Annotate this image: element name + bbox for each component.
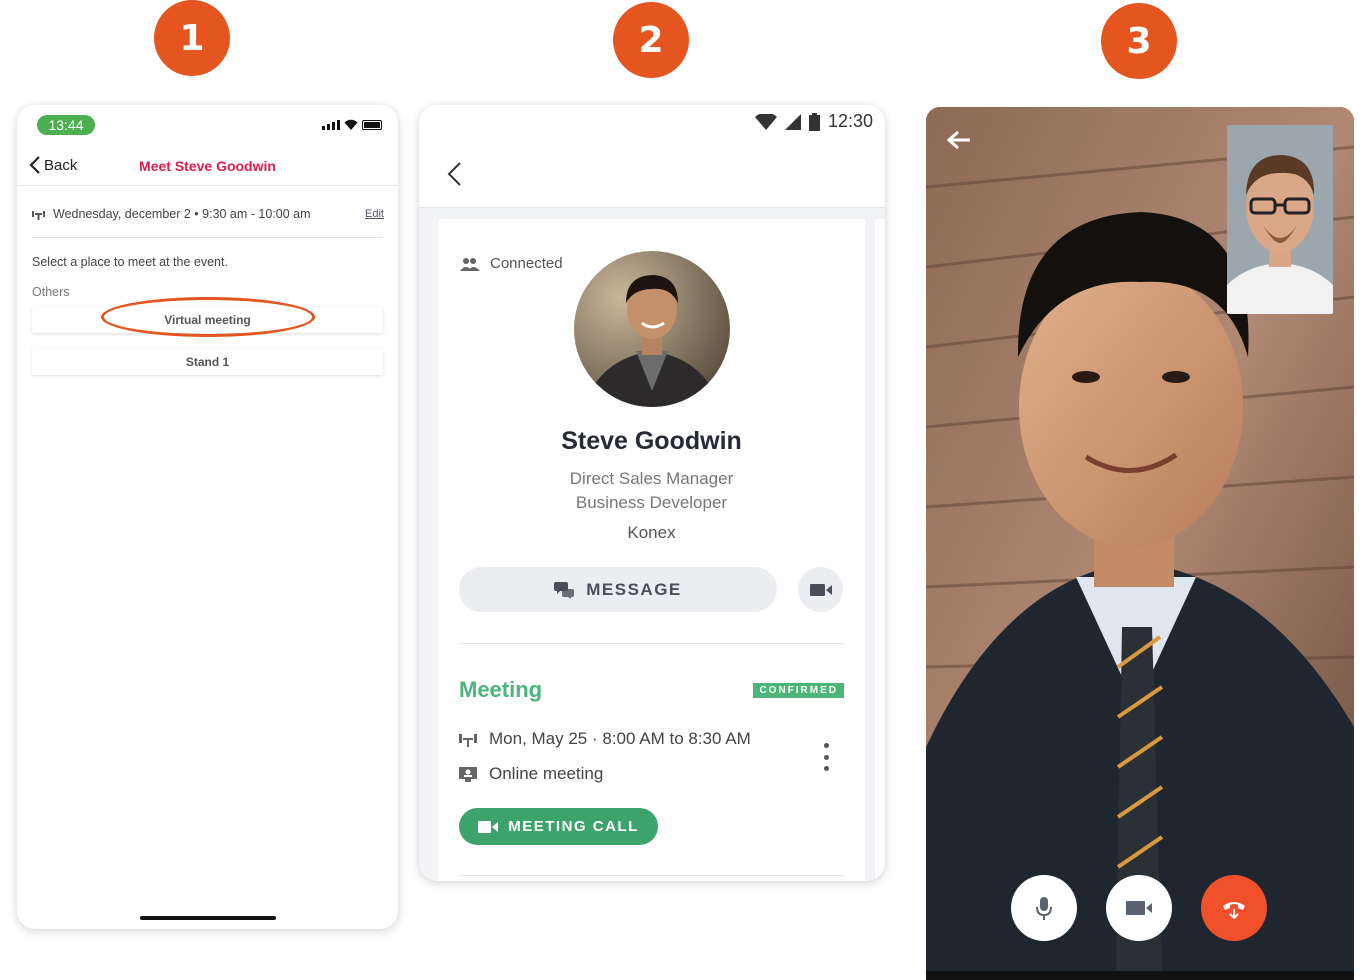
end-call-button[interactable]	[1201, 875, 1267, 941]
signal-icon	[322, 120, 340, 130]
phone-screen-2: 12:30 Connected Steve Goodwin Direct Sal…	[419, 105, 885, 881]
avatar	[574, 251, 730, 407]
home-indicator	[140, 916, 276, 920]
video-camera-icon	[478, 820, 499, 833]
next-card-edge	[875, 219, 885, 881]
edit-link[interactable]: Edit	[365, 208, 384, 220]
status-time: 12:30	[827, 111, 873, 131]
camera-toggle-button[interactable]	[1106, 875, 1172, 941]
contact-name: Steve Goodwin	[561, 427, 742, 455]
step-badge-2: 2	[613, 2, 689, 78]
phone-screen-1: 13:44 Back Meet Steve Goodwin Wednesday,…	[17, 105, 398, 929]
bottom-bar	[926, 971, 1354, 980]
divider	[32, 237, 383, 238]
meeting-location: Online meeting	[459, 764, 603, 784]
meeting-call-button[interactable]: MEETING CALL	[459, 808, 658, 845]
profile-card: Connected Steve Goodwin Direct Sales Man…	[438, 219, 865, 881]
step-badge-1: 1	[154, 0, 230, 76]
people-icon	[460, 257, 480, 271]
status-bar: 12:30	[754, 111, 873, 132]
video-call-button[interactable]	[798, 567, 843, 612]
option-stand-1[interactable]: Stand 1	[32, 349, 383, 375]
status-badge: CONFIRMED	[753, 683, 844, 698]
message-label: MESSAGE	[586, 579, 682, 599]
meeting-date: Wednesday, december 2 • 9:30 am - 10:00 …	[32, 207, 311, 221]
self-view-video	[1227, 125, 1333, 314]
microphone-icon	[1036, 897, 1052, 920]
meeting-table-icon	[32, 211, 45, 220]
online-meeting-icon	[459, 767, 477, 782]
back-chevron-icon[interactable]	[446, 161, 462, 187]
contact-role-2: Business Developer	[575, 493, 728, 512]
video-camera-icon	[1126, 901, 1152, 915]
highlight-ellipse	[101, 297, 315, 337]
meeting-table-icon	[459, 734, 477, 747]
wifi-icon	[344, 119, 358, 130]
divider	[459, 875, 844, 876]
connection-status: Connected	[460, 255, 563, 272]
divider	[459, 643, 844, 644]
navigation-header: Back Meet Steve Goodwin	[17, 150, 398, 186]
status-icons	[322, 119, 382, 130]
meeting-location-text: Online meeting	[489, 764, 604, 783]
status-time: 13:44	[37, 115, 95, 135]
connection-label: Connected	[490, 255, 563, 272]
instruction-text: Select a place to meet at the event.	[32, 255, 228, 269]
meeting-call-label: MEETING CALL	[508, 818, 639, 835]
page-title: Meet Steve Goodwin	[139, 158, 276, 174]
hang-up-icon	[1223, 902, 1245, 920]
back-arrow-icon[interactable]	[946, 129, 972, 151]
chat-bubbles-icon	[554, 581, 575, 599]
wifi-icon	[754, 113, 777, 130]
app-header: 12:30	[419, 105, 885, 208]
meeting-section-title: Meeting	[459, 677, 543, 702]
contact-company: Konex	[627, 523, 676, 542]
video-camera-icon	[809, 583, 832, 596]
contact-role-1: Direct Sales Manager	[569, 469, 734, 488]
more-options-icon[interactable]	[823, 743, 829, 771]
meeting-datetime: Mon, May 25 · 8:00 AM to 8:30 AM	[459, 729, 751, 749]
meeting-date-text: Wednesday, december 2 • 9:30 am - 10:00 …	[53, 207, 311, 221]
battery-icon	[362, 120, 382, 130]
step-badge-3: 3	[1101, 3, 1177, 79]
message-button[interactable]: MESSAGE	[459, 567, 777, 612]
section-label: Others	[32, 285, 70, 299]
mute-button[interactable]	[1011, 875, 1077, 941]
battery-icon	[808, 112, 820, 131]
meeting-datetime-text: Mon, May 25 · 8:00 AM to 8:30 AM	[489, 729, 751, 748]
signal-icon	[784, 113, 801, 130]
video-call-screen	[926, 107, 1354, 980]
